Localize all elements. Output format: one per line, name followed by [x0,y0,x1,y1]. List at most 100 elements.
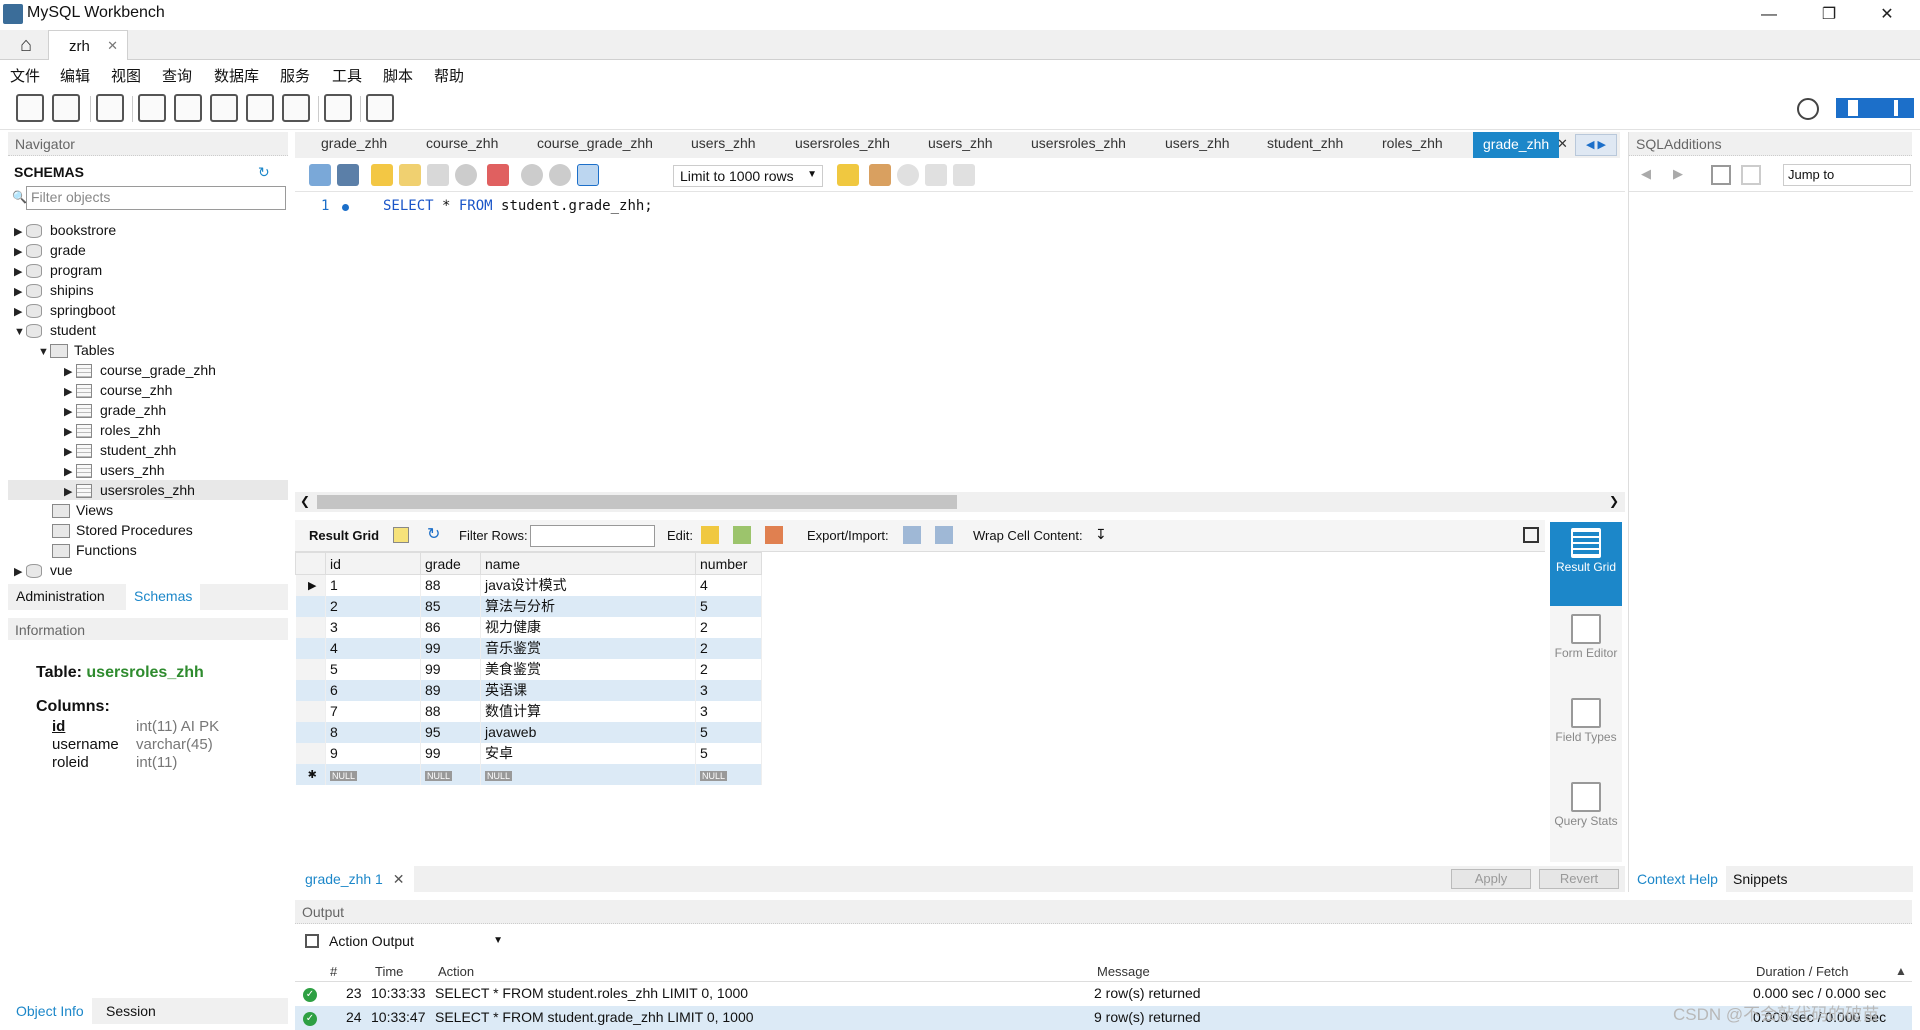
scroll-left-icon[interactable]: ❮ [300,494,310,508]
editor-tab[interactable]: roles_zhh [1382,135,1443,151]
cell[interactable]: 5 [325,658,421,680]
cell[interactable]: 85 [420,595,481,617]
close-result-tab-icon[interactable]: ✕ [393,871,405,887]
add-row-icon[interactable] [733,526,751,544]
cell[interactable]: 算法与分析 [480,595,696,617]
new-row[interactable]: ✱ NULL NULL NULL NULL [295,763,762,785]
menu-server[interactable]: 服务 [280,65,310,86]
tree-table-item[interactable]: ▶ users_zhh [64,460,165,480]
tree-schema-vue[interactable]: ▶ vue [14,560,73,580]
open-sql-script-icon[interactable] [52,94,80,122]
cell[interactable]: 安卓 [480,742,696,764]
save-icon[interactable] [337,164,359,186]
cell[interactable]: 88 [420,700,481,722]
editor-tab[interactable]: student_zhh [1267,135,1343,151]
cell[interactable]: 数值计算 [480,700,696,722]
table-row[interactable]: 4 99 音乐鉴赏 2 [295,637,762,659]
field-types-button[interactable]: Field Types [1550,692,1622,772]
cell[interactable]: 6 [325,679,421,701]
menu-database[interactable]: 数据库 [214,65,259,86]
auto-help-icon[interactable] [1741,165,1761,185]
forward-icon[interactable]: ▶ [1673,166,1683,182]
output-row[interactable]: ✓ 23 10:33:33 SELECT * FROM student.role… [295,982,1912,1006]
result-grid[interactable]: id grade name number ▶ 1 88 java设计模式 4 2 85 算法… [295,552,762,785]
cell[interactable]: 99 [420,637,481,659]
column-header[interactable]: number [695,552,762,575]
output-row[interactable]: ✓ 24 10:33:47 SELECT * FROM student.grad… [295,1006,1912,1030]
menu-view[interactable]: 视图 [111,65,141,86]
menu-query[interactable]: 查询 [162,65,192,86]
cell[interactable]: 5 [695,742,762,764]
tab-scroll-arrows-icon[interactable]: ◀ ▶ [1575,134,1617,156]
new-sql-tab-icon[interactable] [16,94,44,122]
menu-file[interactable]: 文件 [10,65,40,86]
table-row[interactable]: 2 85 算法与分析 5 [295,595,762,617]
restore-icon[interactable]: ❐ [1800,0,1858,30]
column-header[interactable]: grade [420,552,481,575]
cell[interactable]: 3 [695,700,762,722]
rollback-icon[interactable] [549,164,571,186]
cell[interactable]: 音乐鉴赏 [480,637,696,659]
filter-rows-input[interactable] [530,525,655,547]
stop-icon[interactable] [455,164,477,186]
find-icon[interactable] [897,164,919,186]
import-icon[interactable] [935,526,953,544]
create-procedure-icon[interactable] [246,94,274,122]
menu-edit[interactable]: 编辑 [60,65,90,86]
cell[interactable]: 8 [325,721,421,743]
tree-schema-bookstrore[interactable]: ▶ bookstrore [14,220,116,240]
filter-objects-input[interactable]: Filter objects [26,186,286,210]
back-icon[interactable]: ◀ [1641,166,1651,182]
grid-view-icon[interactable] [393,527,409,543]
editor-tab[interactable]: usersroles_zhh [795,135,890,151]
execute-icon[interactable] [371,164,393,186]
cell[interactable]: 2 [325,595,421,617]
tree-schema-grade[interactable]: ▶ grade [14,240,86,260]
tree-views-folder[interactable]: Views [52,500,113,520]
tree-procedures-folder[interactable]: Stored Procedures [52,520,193,540]
create-view-icon[interactable] [210,94,238,122]
menu-tools[interactable]: 工具 [332,65,362,86]
tree-table-item-selected[interactable]: ▶ usersroles_zhh [8,480,288,500]
table-row[interactable]: 7 88 数值计算 3 [295,700,762,722]
cell[interactable]: 美食鉴赏 [480,658,696,680]
cell[interactable]: java设计模式 [480,574,696,596]
tree-tables-folder[interactable]: ▼ Tables [38,340,114,360]
table-row[interactable]: 5 99 美食鉴赏 2 [295,658,762,680]
editor-tab[interactable]: users_zhh [928,135,993,151]
commit-icon[interactable] [521,164,543,186]
cell[interactable]: 9 [325,742,421,764]
tree-schema-program[interactable]: ▶ program [14,260,102,280]
editor-tab[interactable]: grade_zhh [321,135,387,151]
cell[interactable]: 3 [695,679,762,701]
cell[interactable]: 7 [325,700,421,722]
cell[interactable]: javaweb [480,721,696,743]
cell[interactable]: 3 [325,616,421,638]
editor-horizontal-scrollbar[interactable]: ❮ ❯ [295,492,1625,512]
apply-button[interactable]: Apply [1451,869,1531,889]
cell[interactable]: 4 [695,574,762,596]
tree-functions-folder[interactable]: Functions [52,540,137,560]
editor-tab[interactable]: users_zhh [691,135,756,151]
cell[interactable]: 5 [695,721,762,743]
beautify-icon[interactable] [869,164,891,186]
cell[interactable]: 2 [695,658,762,680]
minimize-icon[interactable]: — [1740,0,1798,30]
editor-tab[interactable]: usersroles_zhh [1031,135,1126,151]
cell[interactable]: 2 [695,637,762,659]
tab-object-info[interactable]: Object Info [8,998,92,1024]
export-icon[interactable] [903,526,921,544]
connection-tab[interactable]: zrh ✕ [48,30,128,60]
close-icon[interactable]: ✕ [1858,0,1916,30]
cell[interactable]: 86 [420,616,481,638]
create-table-icon[interactable] [174,94,202,122]
query-stats-button[interactable]: Query Stats [1550,776,1622,856]
create-function-icon[interactable] [282,94,310,122]
result-grid-button[interactable]: Result Grid [1550,522,1622,606]
panel-layout-toggle-icon[interactable] [1836,98,1914,118]
column-header[interactable]: id [325,552,421,575]
inspector-icon[interactable] [96,94,124,122]
cell[interactable]: 99 [420,658,481,680]
limit-rows-select[interactable]: Limit to 1000 rows ▼ [673,165,823,187]
tab-schemas[interactable]: Schemas [126,584,201,610]
